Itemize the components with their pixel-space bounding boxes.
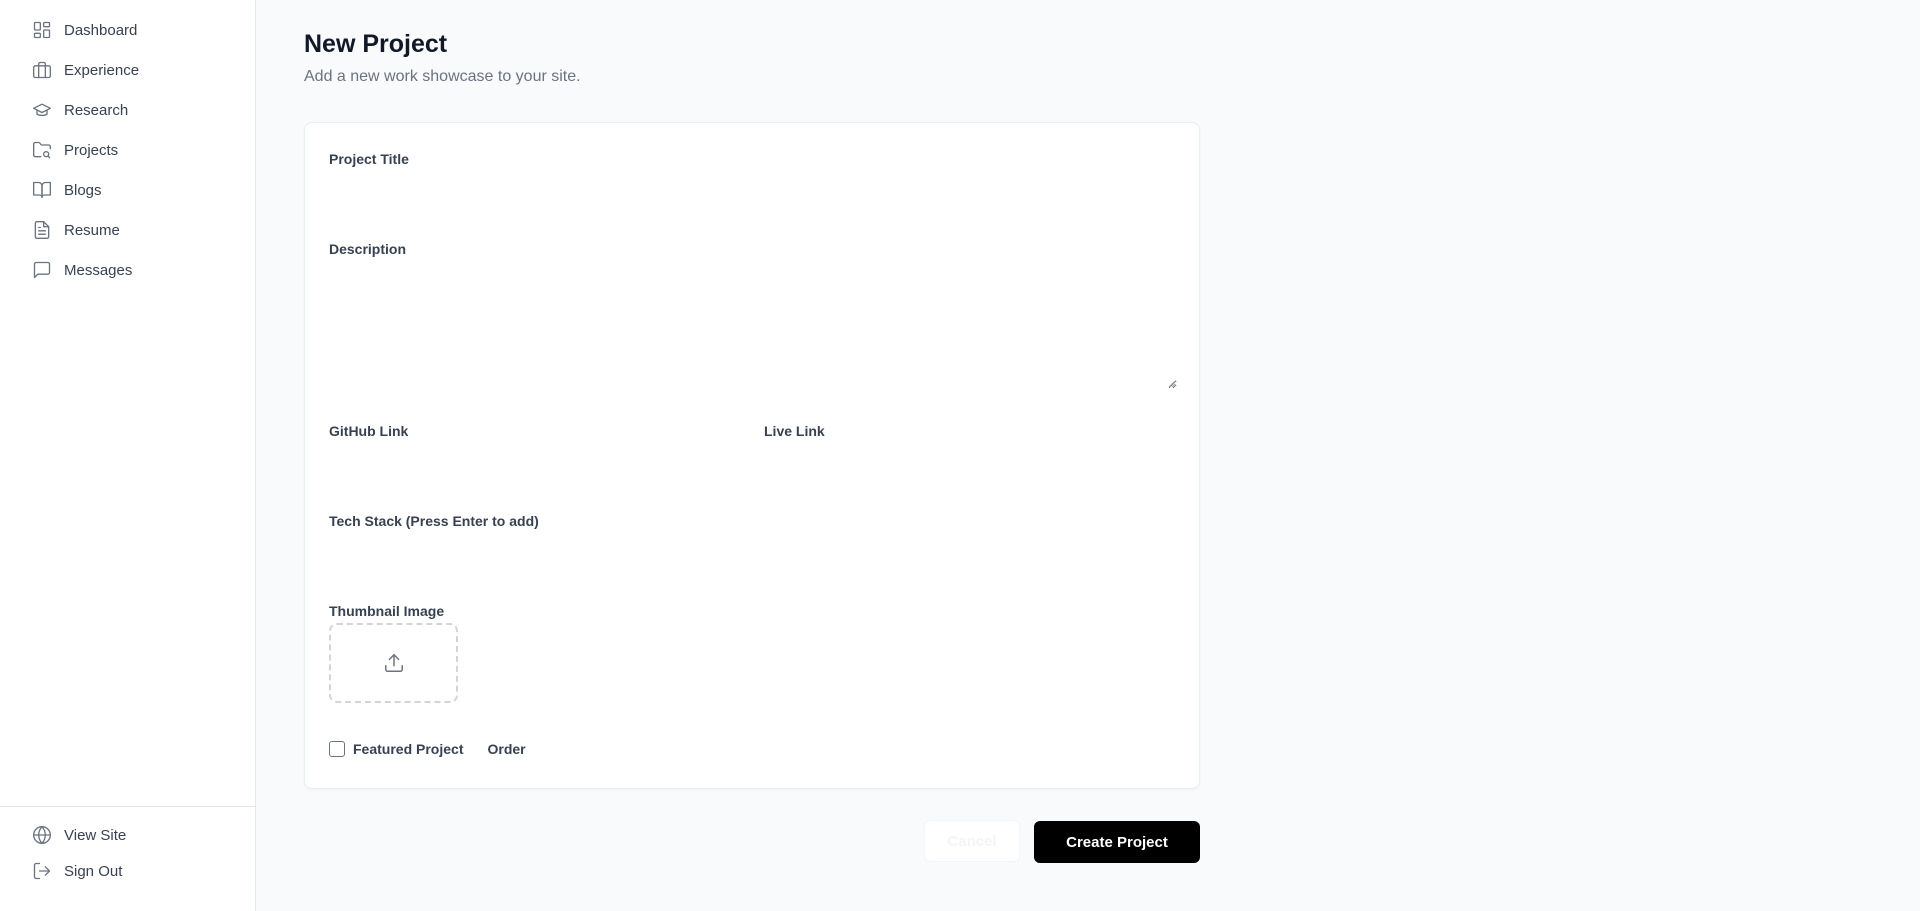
sidebar-item-label: Sign Out (64, 862, 123, 880)
thumbnail-upload-dropzone[interactable] (329, 623, 458, 703)
cancel-button[interactable]: Cancel (924, 820, 1020, 862)
file-text-icon (34, 221, 50, 239)
log-out-icon (33, 862, 51, 880)
sidebar-item-label: Resume (64, 221, 120, 239)
github-link-input[interactable] (329, 447, 739, 483)
sidebar-item-view-site[interactable]: View Site (0, 817, 255, 853)
sidebar-item-blogs[interactable]: Blogs (0, 170, 255, 210)
sidebar-item-resume[interactable]: Resume (0, 210, 255, 250)
dashboard-icon (33, 21, 51, 39)
sidebar-item-label: Projects (64, 141, 119, 159)
message-square-icon (33, 261, 51, 279)
graduation-cap-icon (33, 103, 51, 117)
sidebar-item-messages[interactable]: Messages (0, 250, 255, 290)
description-textarea[interactable] (329, 265, 1177, 389)
live-link-input[interactable] (764, 447, 1177, 483)
page-subtitle: Add a new work showcase to your site. (304, 68, 581, 85)
resize-grip-icon[interactable] (1166, 378, 1176, 388)
tech-stack-input[interactable] (329, 537, 1177, 573)
sidebar-item-label: Dashboard (64, 21, 138, 39)
project-form: Project Title Description GitHub Link Li… (304, 122, 1200, 789)
sidebar-item-sign-out[interactable]: Sign Out (0, 853, 255, 889)
order-label: Order (487, 741, 526, 757)
sidebar: Dashboard Experience Research Projects B… (0, 0, 256, 911)
sidebar-item-label: Experience (64, 61, 140, 79)
tech-stack-label: Tech Stack (Press Enter to add) (329, 513, 539, 529)
upload-icon (384, 654, 403, 672)
sidebar-item-experience[interactable]: Experience (0, 50, 255, 90)
project-title-input[interactable] (329, 175, 1177, 211)
folder-search-icon (33, 141, 51, 159)
thumbnail-label: Thumbnail Image (329, 603, 445, 619)
main-content: New Project Add a new work showcase to y… (256, 0, 1920, 911)
sidebar-item-label: View Site (64, 826, 127, 844)
sidebar-item-label: Blogs (64, 181, 102, 199)
sidebar-footer: View Site Sign Out (0, 806, 255, 889)
featured-checkbox[interactable] (329, 741, 345, 757)
sidebar-item-label: Messages (64, 261, 133, 279)
featured-label: Featured Project (353, 741, 464, 757)
globe-icon (33, 826, 51, 844)
briefcase-icon (33, 61, 51, 79)
sidebar-item-projects[interactable]: Projects (0, 130, 255, 170)
project-title-label: Project Title (329, 151, 409, 167)
sidebar-item-dashboard[interactable]: Dashboard (0, 10, 255, 50)
description-label: Description (329, 241, 407, 257)
github-link-label: GitHub Link (329, 423, 409, 439)
live-link-label: Live Link (764, 423, 825, 439)
sidebar-nav: Dashboard Experience Research Projects B… (0, 10, 255, 290)
page-title: New Project (304, 30, 448, 58)
sidebar-item-label: Research (64, 101, 129, 119)
featured-row: Featured Project Order (329, 741, 526, 757)
sidebar-item-research[interactable]: Research (0, 90, 255, 130)
book-open-icon (33, 181, 51, 199)
create-project-button[interactable]: Create Project (1034, 821, 1200, 863)
